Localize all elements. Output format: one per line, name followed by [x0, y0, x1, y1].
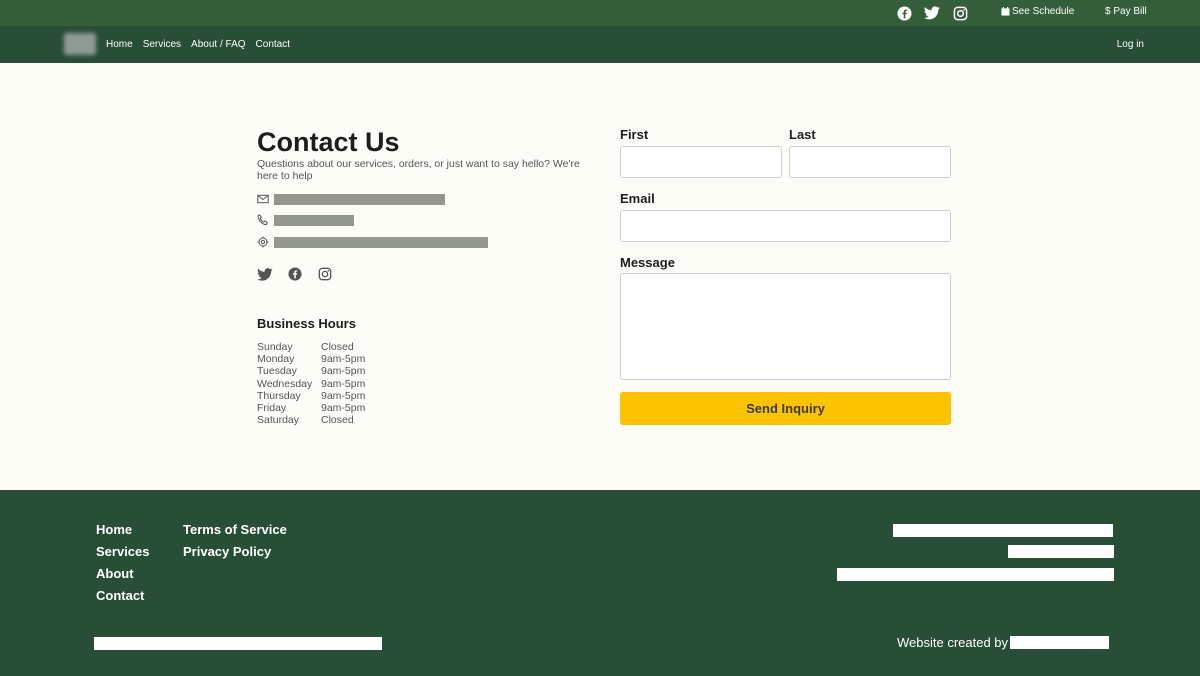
site-logo[interactable] [64, 33, 96, 55]
hours-day: Saturday [257, 414, 300, 427]
instagram-icon[interactable] [951, 4, 969, 22]
hours-row: Wednesday 9am-5pm [257, 378, 365, 390]
nav-contact[interactable]: Contact [256, 39, 290, 50]
footer-link-privacy[interactable]: Privacy Policy [183, 544, 287, 560]
footer-copyright-redacted [94, 637, 382, 650]
hours-time: 9am-5pm [321, 377, 366, 390]
hours-row: Sunday Closed [257, 341, 365, 353]
see-schedule-link[interactable]: See Schedule [1001, 6, 1074, 17]
pay-bill-link[interactable]: $ Pay Bill [1105, 6, 1147, 17]
message-label: Message [620, 255, 675, 270]
calendar-icon [1001, 7, 1010, 16]
nav-about-faq[interactable]: About / FAQ [191, 39, 245, 50]
instagram-icon[interactable] [317, 266, 333, 282]
footer-email-redacted [837, 568, 1114, 581]
contact-social-links [257, 266, 333, 282]
hours-day: Wednesday [257, 377, 313, 390]
hours-time: 9am-5pm [321, 353, 366, 366]
hours-time: Closed [321, 414, 354, 427]
hours-row: Tuesday 9am-5pm [257, 365, 365, 377]
footer-link-services[interactable]: Services [96, 544, 150, 560]
email-input[interactable] [620, 210, 951, 242]
contact-phone-redacted[interactable] [274, 214, 354, 226]
hours-row: Friday 9am-5pm [257, 402, 365, 414]
page-subtitle: Questions about our services, orders, or… [257, 158, 580, 182]
footer-link-home[interactable]: Home [96, 522, 150, 538]
contact-address-redacted[interactable] [274, 236, 488, 248]
see-schedule-label: See Schedule [1012, 6, 1075, 17]
last-name-input[interactable] [789, 146, 951, 178]
business-hours-table: Sunday Closed Monday 9am-5pm Tuesday 9am-5p… [257, 341, 365, 426]
business-hours-title: Business Hours [257, 316, 356, 331]
pay-bill-label: $ Pay Bill [1105, 6, 1147, 17]
hours-day: Tuesday [257, 365, 297, 378]
hours-row: Monday 9am-5pm [257, 353, 365, 365]
twitter-icon[interactable] [923, 4, 941, 22]
hours-day: Sunday [257, 341, 293, 353]
footer-legal-column: Terms of Service Privacy Policy [183, 522, 287, 560]
hours-row: Thursday 9am-5pm [257, 390, 365, 402]
last-name-label: Last [789, 127, 816, 142]
phone-icon [257, 214, 268, 226]
send-inquiry-button[interactable]: Send Inquiry [620, 392, 951, 425]
page-title: Contact Us [257, 127, 400, 157]
first-name-label: First [620, 127, 649, 142]
hours-day: Monday [257, 353, 295, 366]
email-label: Email [620, 191, 655, 206]
footer-link-terms[interactable]: Terms of Service [183, 522, 287, 538]
footer-nav-column: Home Services About Contact [96, 522, 150, 604]
main-nav: Home Services About / FAQ Contact [106, 39, 290, 50]
footer-address-redacted [893, 524, 1113, 537]
first-name-input[interactable] [620, 146, 782, 178]
facebook-icon[interactable] [895, 4, 913, 22]
top-bar: See Schedule $ Pay Bill [0, 0, 1200, 26]
nav-home[interactable]: Home [106, 39, 133, 50]
footer-credit-label: Website created by [897, 635, 1009, 650]
footer-link-about[interactable]: About [96, 566, 150, 582]
footer-link-contact[interactable]: Contact [96, 588, 150, 604]
message-textarea[interactable] [620, 273, 951, 380]
hours-day: Friday [257, 402, 287, 415]
footer-phone-redacted [1008, 545, 1114, 558]
contact-address-row [257, 236, 488, 248]
location-icon [257, 236, 269, 248]
footer-credit-link-redacted[interactable] [1010, 636, 1110, 649]
mail-icon [257, 194, 269, 204]
site-footer: Home Services About Contact Terms of Ser… [0, 490, 1200, 676]
hours-time: Closed [321, 341, 354, 353]
hours-time: 9am-5pm [321, 365, 366, 378]
hours-row: Saturday Closed [257, 414, 365, 426]
contact-phone-row [257, 214, 354, 226]
twitter-icon[interactable] [257, 266, 273, 282]
login-link[interactable]: Log in [1117, 39, 1144, 50]
nav-services[interactable]: Services [143, 39, 181, 50]
footer-credit: Website created by [897, 635, 1110, 650]
hours-time: 9am-5pm [321, 389, 366, 402]
contact-email-redacted[interactable] [274, 193, 445, 205]
contact-email-row [257, 193, 445, 205]
facebook-icon[interactable] [287, 266, 303, 282]
hours-day: Thursday [257, 389, 301, 402]
topbar-social-links [895, 4, 969, 22]
main-navbar: Home Services About / FAQ Contact Log in [0, 26, 1200, 63]
hours-time: 9am-5pm [321, 402, 366, 415]
